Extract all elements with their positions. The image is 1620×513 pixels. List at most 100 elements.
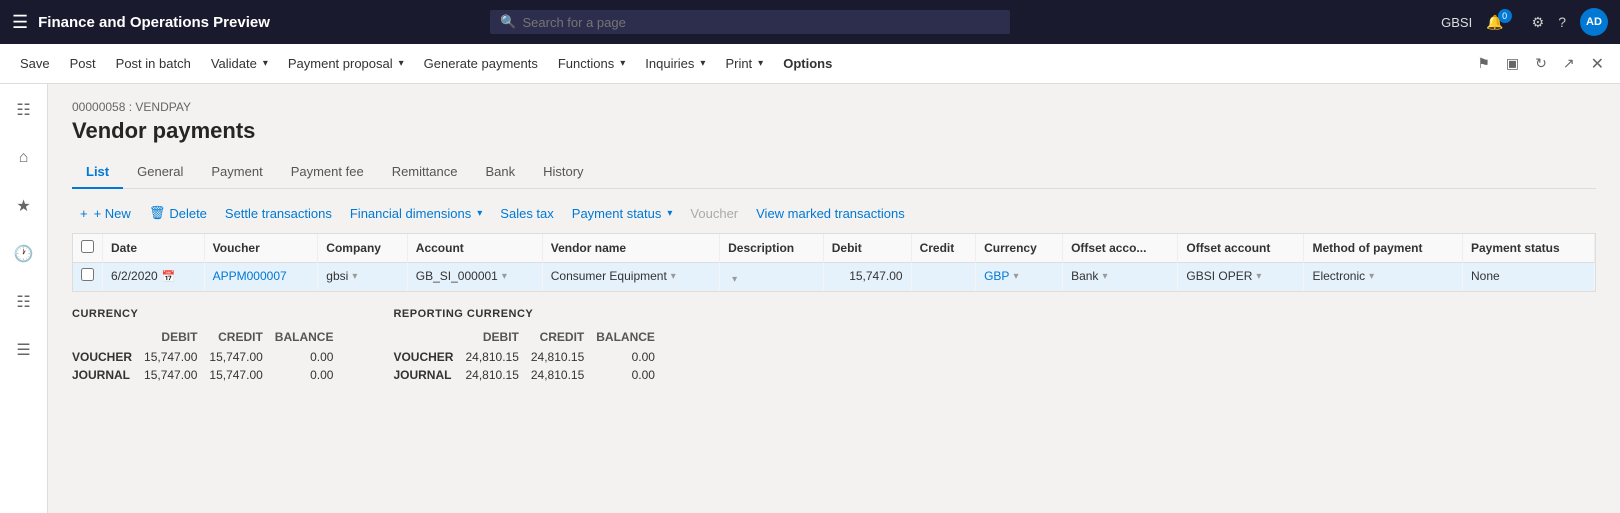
col-balance-header: BALANCE (275, 328, 346, 348)
sidebar-recent-icon[interactable]: 🕐 (6, 236, 42, 272)
tab-bar: List General Payment Payment fee Remitta… (72, 156, 1596, 189)
data-table: Date Voucher Company Account Vendor name… (73, 234, 1595, 291)
cell-check[interactable] (73, 263, 103, 291)
voucher-balance: 0.00 (275, 348, 346, 366)
cell-offset-account[interactable]: GBSI OPER ▾ (1178, 263, 1304, 291)
sidebar-workspace-icon[interactable]: ☷ (6, 284, 42, 320)
search-input[interactable] (522, 15, 1000, 30)
sidebar-home-icon[interactable]: ⌂ (6, 140, 42, 176)
tab-list[interactable]: List (72, 156, 123, 189)
new-button[interactable]: + + New (72, 202, 139, 225)
vendor-dropdown-icon[interactable]: ▾ (671, 271, 676, 282)
currency-title: CURRENCY (72, 308, 345, 320)
col-offset-acct-type: Offset acco... (1063, 234, 1178, 263)
delete-icon: 🗑 (149, 205, 166, 221)
sidebar-favorites-icon[interactable]: ★ (6, 188, 42, 224)
page-title: Vendor payments (72, 118, 1596, 144)
tab-history[interactable]: History (529, 156, 597, 189)
split-view-icon[interactable]: ▣ (1502, 51, 1523, 76)
table-row[interactable]: 6/2/2020 📅 APPM000007 gbsi ▾ (73, 263, 1595, 291)
cell-description[interactable]: ▾ (720, 263, 824, 291)
cell-credit[interactable] (911, 263, 976, 291)
reporting-title: REPORTING CURRENCY (393, 308, 666, 320)
desc-dropdown-icon[interactable]: ▾ (732, 274, 737, 285)
col-credit-header: CREDIT (209, 328, 274, 348)
gbsi-label: GBSI (1441, 15, 1472, 30)
cell-date[interactable]: 6/2/2020 📅 (103, 263, 205, 291)
rep-journal-debit: 24,810.15 (465, 366, 530, 384)
generate-payments-button[interactable]: Generate payments (416, 52, 546, 75)
currency-dropdown-icon[interactable]: ▾ (1013, 271, 1018, 282)
tab-general[interactable]: General (123, 156, 197, 189)
reporting-header-row: DEBIT CREDIT BALANCE (393, 328, 666, 348)
voucher-button[interactable]: Voucher (682, 202, 746, 225)
tab-payment[interactable]: Payment (197, 156, 276, 189)
rep-debit-header: DEBIT (465, 328, 530, 348)
offset-type-dropdown-icon[interactable]: ▾ (1102, 271, 1107, 282)
journal-balance: 0.00 (275, 366, 346, 384)
currency-header-row: DEBIT CREDIT BALANCE (72, 328, 345, 348)
cell-payment-status[interactable]: None (1462, 263, 1594, 291)
col-check[interactable] (73, 234, 103, 263)
cell-vendor-name[interactable]: Consumer Equipment ▾ (542, 263, 719, 291)
notification-icon[interactable]: 🔔 0 (1486, 14, 1517, 31)
personalize-icon[interactable]: ⚑ (1473, 51, 1494, 76)
rep-voucher-label: VOUCHER (393, 348, 465, 366)
currency-voucher-row: VOUCHER 15,747.00 15,747.00 0.00 (72, 348, 345, 366)
save-button[interactable]: Save (12, 52, 58, 75)
cell-company[interactable]: gbsi ▾ (318, 263, 407, 291)
payment-status-button[interactable]: Payment status (564, 202, 681, 225)
cell-method-of-payment[interactable]: Electronic ▾ (1304, 263, 1463, 291)
cell-currency[interactable]: GBP ▾ (976, 263, 1063, 291)
action-bar: + + New 🗑 Delete Settle transactions Fin… (72, 201, 1596, 225)
post-button[interactable]: Post (62, 52, 104, 75)
rep-journal-label: JOURNAL (393, 366, 465, 384)
delete-button[interactable]: 🗑 Delete (141, 201, 215, 225)
rep-voucher-credit: 24,810.15 (531, 348, 596, 366)
col-company: Company (318, 234, 407, 263)
print-button[interactable]: Print (717, 52, 771, 75)
help-icon[interactable]: ? (1558, 14, 1566, 30)
sidebar-filter-icon[interactable]: ☷ (6, 92, 42, 128)
company-dropdown-icon[interactable]: ▾ (352, 271, 357, 282)
calendar-icon[interactable]: 📅 (162, 270, 176, 283)
col-label-header (72, 328, 144, 348)
functions-button[interactable]: Functions (550, 52, 633, 75)
top-nav-right: GBSI 🔔 0 ⚙ ? AD (1441, 8, 1608, 36)
account-dropdown-icon[interactable]: ▾ (502, 271, 507, 282)
financial-dimensions-button[interactable]: Financial dimensions (342, 202, 490, 225)
sales-tax-button[interactable]: Sales tax (492, 202, 561, 225)
cell-offset-acct-type[interactable]: Bank ▾ (1063, 263, 1178, 291)
main-content: ☷ ⌂ ★ 🕐 ☷ ☰ 00000058 : VENDPAY Vendor pa… (0, 84, 1620, 513)
avatar[interactable]: AD (1580, 8, 1608, 36)
cell-account[interactable]: GB_SI_000001 ▾ (407, 263, 542, 291)
tab-bank[interactable]: Bank (471, 156, 529, 189)
tab-remittance[interactable]: Remittance (378, 156, 472, 189)
settle-transactions-button[interactable]: Settle transactions (217, 202, 340, 225)
select-all-checkbox[interactable] (81, 240, 94, 253)
plus-icon: + (80, 206, 88, 221)
options-button[interactable]: Options (775, 52, 840, 75)
validate-button[interactable]: Validate (203, 52, 276, 75)
sidebar-list-icon[interactable]: ☰ (6, 332, 42, 368)
inquiries-button[interactable]: Inquiries (637, 52, 713, 75)
row-checkbox[interactable] (81, 268, 94, 281)
refresh-icon[interactable]: ↻ (1531, 51, 1551, 76)
payment-proposal-button[interactable]: Payment proposal (280, 52, 412, 75)
offset-acct-dropdown-icon[interactable]: ▾ (1256, 271, 1261, 282)
journal-credit: 15,747.00 (209, 366, 274, 384)
breadcrumb: 00000058 : VENDPAY (72, 100, 1596, 114)
open-new-icon[interactable]: ↗ (1559, 51, 1579, 76)
settings-icon[interactable]: ⚙ (1532, 14, 1545, 31)
method-dropdown-icon[interactable]: ▾ (1369, 271, 1374, 282)
col-date: Date (103, 234, 205, 263)
search-bar[interactable]: 🔍 (490, 10, 1010, 34)
hamburger-menu-icon[interactable]: ☰ (12, 12, 28, 33)
cell-voucher[interactable]: APPM000007 (204, 263, 318, 291)
close-icon[interactable]: ✕ (1587, 50, 1608, 78)
cell-debit[interactable]: 15,747.00 (823, 263, 911, 291)
post-in-batch-button[interactable]: Post in batch (108, 52, 199, 75)
tab-payment-fee[interactable]: Payment fee (277, 156, 378, 189)
view-marked-transactions-button[interactable]: View marked transactions (748, 202, 913, 225)
currency-summary: CURRENCY DEBIT CREDIT BALANCE VOUCHER (72, 308, 345, 384)
